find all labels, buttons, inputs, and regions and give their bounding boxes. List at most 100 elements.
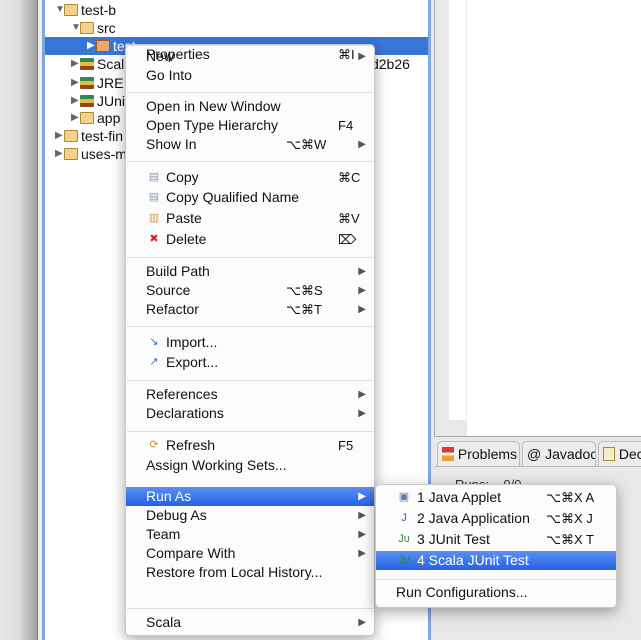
menu-item-delete[interactable]: ✖ Delete ⌦ [126, 230, 374, 249]
menu-item-source[interactable]: Source ⌥⌘S ▶ [126, 281, 374, 300]
declaration-icon [603, 447, 615, 461]
tree-item-label: app [97, 110, 121, 126]
chevron-right-icon[interactable]: ▶ [71, 92, 79, 110]
menu-item-copy-qualified-name[interactable]: ▤ Copy Qualified Name [126, 188, 374, 207]
menu-item-run-configurations[interactable]: Run Configurations... [376, 583, 616, 602]
java-project-folder-icon [64, 130, 78, 142]
menu-item-declarations[interactable]: Declarations ▶ [126, 404, 374, 423]
copy-icon: ▤ [148, 171, 160, 183]
shortcut-label: F4 [338, 118, 354, 133]
divider [434, 466, 641, 467]
context-menu[interactable]: New ▶ Go Into Open in New Window Open Type H… [125, 44, 375, 636]
menu-item-2-java-application[interactable]: J 2 Java Application ⌥⌘X J [376, 509, 616, 528]
chevron-right-icon[interactable]: ▶ [71, 109, 79, 127]
java-application-icon: J [401, 512, 407, 524]
menu-item-import[interactable]: ↘ Import... [126, 333, 374, 352]
tab-javadoc[interactable]: @ Javadoc [522, 441, 596, 466]
menu-item-compare-with[interactable]: Compare With ▶ [126, 544, 374, 563]
tab-problems[interactable]: Problems [437, 441, 520, 466]
chevron-right-icon[interactable]: ▶ [71, 74, 79, 92]
tree-item-src[interactable]: ▼ src [45, 19, 428, 37]
library-icon [80, 58, 94, 70]
menu-item-refactor[interactable]: Refactor ⌥⌘T ▶ [126, 300, 374, 319]
submenu-arrow-icon: ▶ [358, 266, 366, 277]
submenu-arrow-icon: ▶ [358, 510, 366, 521]
menu-item-run-as[interactable]: Run As ▶ [126, 487, 374, 506]
menu-item-label: Restore from Local History... [146, 564, 323, 580]
editor-ruler [449, 0, 466, 420]
shortcut-label: ⌥⌘X T [546, 532, 594, 547]
chevron-right-icon[interactable]: ▶ [55, 145, 63, 163]
menu-item-label: Assign Working Sets... [146, 457, 287, 473]
junit-icon: Jᴜ [398, 533, 410, 545]
menu-separator [127, 92, 373, 93]
menu-item-label: Refresh [166, 437, 216, 453]
menu-item-scala[interactable]: Scala ▶ [126, 613, 374, 632]
menu-item-label: 1 Java Applet [417, 489, 502, 505]
menu-item-references[interactable]: References ▶ [126, 385, 374, 404]
menu-item-restore-from-local-history[interactable]: Restore from Local History... [126, 563, 374, 582]
menu-item-3-junit-test[interactable]: Jᴜ 3 JUnit Test ⌥⌘X T [376, 530, 616, 549]
menu-separator [127, 431, 373, 432]
chevron-right-icon[interactable]: ▶ [55, 127, 63, 145]
menu-item-show-in[interactable]: Show In ⌥⌘W ▶ [126, 135, 374, 154]
submenu-arrow-icon: ▶ [358, 304, 366, 315]
shortcut-label: F5 [338, 438, 354, 453]
menu-item-debug-as[interactable]: Debug As ▶ [126, 506, 374, 525]
paste-icon: ▥ [148, 212, 160, 224]
menu-item-go-into[interactable]: Go Into [126, 66, 374, 85]
menu-item-open-in-new-window[interactable]: Open in New Window [126, 97, 374, 116]
menu-item-label: Open Type Hierarchy [146, 117, 279, 133]
submenu-arrow-icon: ▶ [358, 139, 366, 150]
left-dock-strip [0, 0, 37, 640]
menu-item-label: Go Into [146, 67, 192, 83]
menu-separator [127, 257, 373, 258]
menu-item-label: Compare With [146, 545, 236, 561]
shortcut-label: ⌘I [338, 47, 355, 62]
tab-declaration[interactable]: Dec [598, 441, 641, 466]
menu-item-label: Build Path [146, 263, 210, 279]
package-icon [96, 40, 110, 52]
java-applet-icon: ▣ [398, 491, 410, 503]
problems-icon [442, 447, 454, 461]
refresh-icon: ⟳ [149, 439, 159, 451]
export-icon: ↗ [149, 356, 159, 368]
chevron-right-icon[interactable]: ▶ [87, 37, 95, 55]
menu-item-properties[interactable]: Properties ⌘I [126, 45, 374, 64]
menu-separator [127, 161, 373, 162]
menu-item-label: Debug As [146, 507, 207, 523]
menu-item-open-type-hierarchy[interactable]: Open Type Hierarchy F4 [126, 116, 374, 135]
menu-item-label: Copy [166, 169, 199, 185]
menu-item-label: Show In [146, 136, 197, 152]
tree-item-label: test-fin [81, 128, 124, 144]
menu-item-paste[interactable]: ▥ Paste ⌘V [126, 209, 374, 228]
menu-item-label: 3 JUnit Test [417, 531, 490, 547]
menu-item-build-path[interactable]: Build Path ▶ [126, 262, 374, 281]
tree-item-test-b[interactable]: ▼ test-b [45, 1, 428, 19]
submenu-arrow-icon: ▶ [358, 389, 366, 400]
tree-item-label: uses-m [81, 146, 127, 162]
menu-item-assign-working-sets[interactable]: Assign Working Sets... [126, 456, 374, 475]
menu-item-label: Run Configurations... [396, 584, 528, 600]
menu-separator [127, 326, 373, 327]
menu-item-label: Scala [146, 614, 182, 630]
run-as-submenu[interactable]: ▣ 1 Java Applet ⌥⌘X A J 2 Java Application ⌥⌘… [375, 484, 617, 608]
menu-item-refresh[interactable]: ⟳ Refresh F5 [126, 436, 374, 455]
folder-icon [80, 112, 94, 124]
shortcut-label: ⌘V [338, 211, 360, 226]
menu-separator [377, 579, 615, 580]
tab-label: Dec [618, 446, 641, 462]
menu-item-1-java-applet[interactable]: ▣ 1 Java Applet ⌥⌘X A [376, 488, 616, 507]
menu-item-label: Run As [146, 488, 192, 504]
menu-item-label: Team [146, 526, 181, 542]
shortcut-label: ⌥⌘X J [546, 511, 593, 526]
menu-item-copy[interactable]: ▤ Copy ⌘C [126, 168, 374, 187]
menu-item-export[interactable]: ↗ Export... [126, 353, 374, 372]
library-icon [80, 77, 94, 89]
menu-item-team[interactable]: Team ▶ [126, 525, 374, 544]
shortcut-label: ⌦ [338, 232, 357, 247]
menu-item-4-scala-junit-test[interactable]: Jᴜ 4 Scala JUnit Test [376, 551, 616, 570]
editor-area[interactable] [467, 0, 641, 436]
source-folder-icon [80, 22, 94, 34]
chevron-right-icon[interactable]: ▶ [71, 55, 79, 73]
